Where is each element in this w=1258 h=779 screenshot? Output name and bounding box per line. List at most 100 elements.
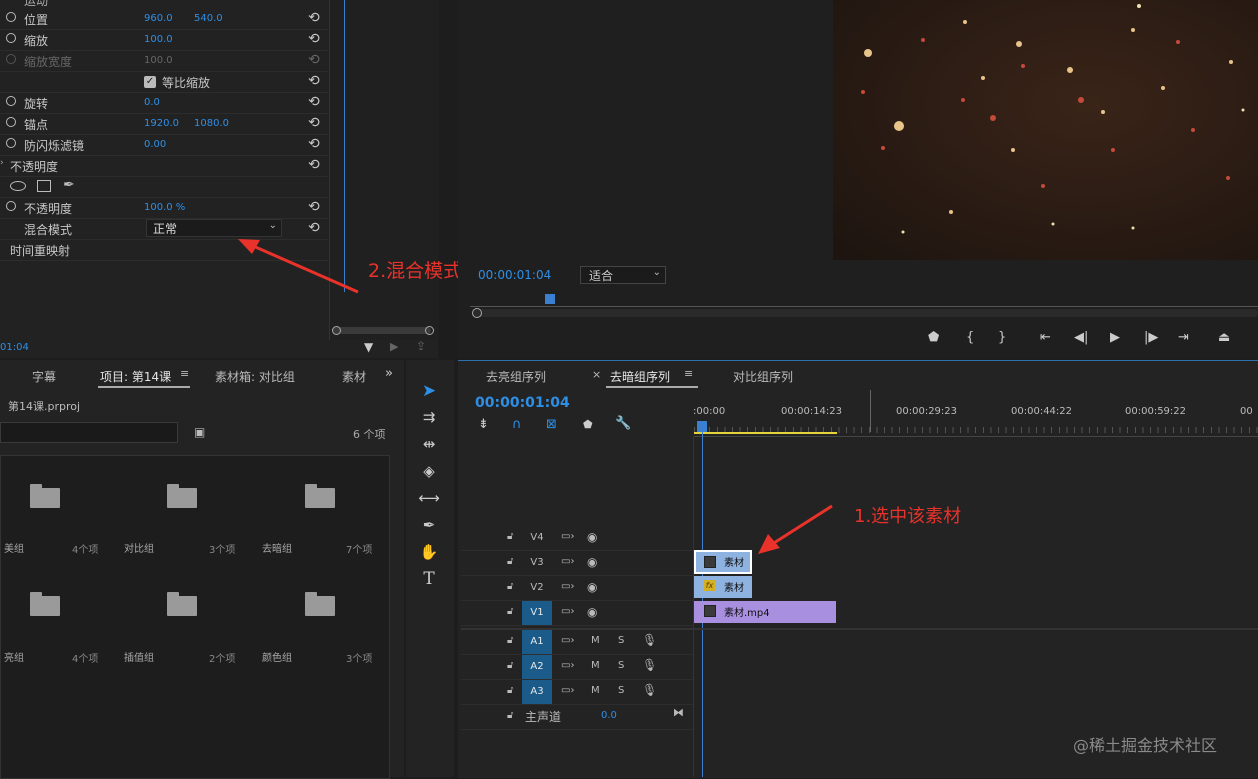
position-row[interactable]: 位置 960.0 540.0 ⟲ bbox=[0, 8, 328, 30]
reset-icon[interactable]: ⟲ bbox=[308, 115, 320, 131]
panel-menu-icon[interactable]: ≡ bbox=[180, 367, 189, 380]
ellipse-mask-icon[interactable] bbox=[10, 181, 26, 191]
stopwatch-icon[interactable] bbox=[6, 12, 16, 22]
sync-camera-icon[interactable]: ▭› bbox=[561, 531, 574, 542]
opacity-value[interactable]: 100.0 % bbox=[144, 202, 185, 213]
tab-bin[interactable]: 素材箱: 对比组 bbox=[215, 368, 295, 385]
hand-tool-icon[interactable]: ✋ bbox=[417, 541, 441, 563]
uniform-scale-row[interactable]: ✓ 等比缩放 ⟲ bbox=[0, 71, 328, 93]
stopwatch-icon[interactable] bbox=[6, 138, 16, 148]
timeline-playhead-head[interactable] bbox=[697, 421, 707, 432]
clip-v2[interactable]: fx 素材 bbox=[694, 576, 752, 598]
stopwatch-icon[interactable] bbox=[6, 201, 16, 211]
export-icon[interactable]: ⇪ bbox=[416, 339, 426, 353]
step-back-icon[interactable]: ◀| bbox=[1074, 330, 1088, 345]
mute-button[interactable]: M bbox=[591, 685, 600, 696]
mute-button[interactable]: M bbox=[591, 635, 600, 646]
microphone-icon[interactable]: 🎙︎ bbox=[642, 683, 657, 697]
sync-camera-icon[interactable]: ▭› bbox=[561, 581, 574, 592]
anchor-x-value[interactable]: 1920.0 bbox=[144, 118, 179, 129]
add-marker-icon[interactable]: ⬟ bbox=[928, 330, 939, 345]
rectangle-mask-icon[interactable] bbox=[37, 180, 51, 192]
stopwatch-icon[interactable] bbox=[6, 33, 16, 43]
sync-camera-icon[interactable]: ▭› bbox=[561, 556, 574, 567]
go-to-in-icon[interactable]: ⇤ bbox=[1040, 330, 1051, 345]
scroll-handle-right[interactable] bbox=[425, 326, 434, 335]
rotation-value[interactable]: 0.0 bbox=[144, 97, 160, 108]
lock-icon[interactable]: 🔓︎ bbox=[507, 710, 513, 721]
anchor-y-value[interactable]: 1080.0 bbox=[194, 118, 229, 129]
opacity-row[interactable]: 不透明度 100.0 % ⟲ bbox=[0, 197, 328, 219]
lock-icon[interactable]: 🔓︎ bbox=[507, 556, 513, 567]
tab-sequence-2[interactable]: 去暗组序列 bbox=[610, 368, 670, 385]
scale-value[interactable]: 100.0 bbox=[144, 34, 173, 45]
lock-icon[interactable]: 🔓︎ bbox=[507, 531, 513, 542]
timeline-timecode[interactable]: 00:00:01:04 bbox=[475, 395, 570, 411]
ripple-edit-tool-icon[interactable]: ⇹ bbox=[417, 433, 441, 455]
reset-icon[interactable]: ⟲ bbox=[308, 10, 320, 26]
type-tool-icon[interactable]: T bbox=[417, 568, 441, 590]
folder-name[interactable]: 去暗组 bbox=[262, 540, 292, 555]
work-area-bar[interactable] bbox=[694, 432, 837, 434]
program-timecode[interactable]: 00:00:01:04 bbox=[478, 268, 551, 282]
track-label[interactable]: V2 bbox=[522, 576, 552, 600]
nest-icon[interactable]: ⇟ bbox=[478, 417, 489, 432]
reset-icon[interactable]: ⟲ bbox=[308, 73, 320, 89]
solo-button[interactable]: S bbox=[618, 660, 624, 671]
program-ruler[interactable] bbox=[470, 296, 1258, 307]
folder-icon[interactable] bbox=[30, 484, 60, 508]
play-icon[interactable]: ▶ bbox=[1110, 330, 1120, 345]
track-label[interactable]: V4 bbox=[522, 526, 552, 550]
new-bin-icon[interactable]: ▣ bbox=[194, 425, 205, 439]
pen-mask-icon[interactable]: ✒ bbox=[63, 177, 75, 193]
reset-icon[interactable]: ⟲ bbox=[308, 157, 320, 173]
microphone-icon[interactable]: 🎙︎ bbox=[642, 658, 657, 672]
track-label[interactable]: A3 bbox=[522, 680, 552, 704]
folder-name[interactable]: 对比组 bbox=[124, 540, 154, 555]
anchor-row[interactable]: 锚点 1920.0 1080.0 ⟲ bbox=[0, 113, 328, 135]
opacity-section-row[interactable]: › 不透明度 ⟲ bbox=[0, 155, 328, 177]
sync-camera-icon[interactable]: ▭› bbox=[561, 660, 574, 671]
solo-button[interactable]: S bbox=[618, 685, 624, 696]
lock-icon[interactable]: 🔓︎ bbox=[507, 685, 513, 696]
program-playhead-marker[interactable] bbox=[545, 294, 555, 304]
reset-icon[interactable]: ⟲ bbox=[308, 199, 320, 215]
lift-icon[interactable]: ⏏ bbox=[1218, 330, 1230, 345]
anti-flicker-value[interactable]: 0.00 bbox=[144, 139, 166, 150]
sync-camera-icon[interactable]: ▭› bbox=[561, 635, 574, 646]
reset-icon[interactable]: ⟲ bbox=[308, 136, 320, 152]
collapse-chevron-icon[interactable]: › bbox=[0, 158, 4, 168]
mark-out-icon[interactable]: } bbox=[998, 330, 1006, 345]
more-tabs-icon[interactable]: » bbox=[385, 366, 393, 381]
go-to-out-icon[interactable]: ⇥ bbox=[1178, 330, 1189, 345]
track-select-tool-icon[interactable]: ⇉ bbox=[417, 406, 441, 428]
clip-v1[interactable]: 素材.mp4 bbox=[694, 601, 836, 623]
program-scroll-handle[interactable] bbox=[472, 308, 482, 318]
selection-tool-icon[interactable]: ➤ bbox=[417, 380, 441, 402]
master-volume-value[interactable]: 0.0 bbox=[601, 710, 617, 721]
linked-selection-icon[interactable]: ⊠ bbox=[546, 417, 557, 432]
folder-icon[interactable] bbox=[305, 592, 335, 616]
panel-menu-icon[interactable]: ≡ bbox=[684, 367, 693, 380]
close-tab-icon[interactable]: × bbox=[592, 368, 601, 381]
anti-flicker-row[interactable]: 防闪烁滤镜 0.00 ⟲ bbox=[0, 134, 328, 156]
stopwatch-icon[interactable] bbox=[6, 96, 16, 106]
sync-camera-icon[interactable]: ▭› bbox=[561, 606, 574, 617]
step-forward-icon[interactable]: |▶ bbox=[1144, 330, 1158, 345]
project-search-input[interactable] bbox=[0, 422, 178, 443]
folder-name[interactable]: 美组 bbox=[4, 540, 24, 555]
track-label[interactable]: V3 bbox=[522, 551, 552, 575]
program-scrollbar[interactable] bbox=[472, 309, 1258, 317]
effect-zoom-scrollbar[interactable] bbox=[333, 327, 431, 334]
go-to-end-icon[interactable]: ⧓ bbox=[673, 706, 684, 719]
eye-icon[interactable]: ◉ bbox=[587, 605, 597, 619]
scroll-handle-left[interactable] bbox=[332, 326, 341, 335]
sync-camera-icon[interactable]: ▭› bbox=[561, 685, 574, 696]
eye-icon[interactable]: ◉ bbox=[587, 580, 597, 594]
folder-icon[interactable] bbox=[167, 484, 197, 508]
folder-name[interactable]: 颜色组 bbox=[262, 649, 292, 664]
microphone-icon[interactable]: 🎙︎ bbox=[642, 633, 657, 647]
position-x-value[interactable]: 960.0 bbox=[144, 13, 173, 24]
lock-icon[interactable]: 🔓︎ bbox=[507, 606, 513, 617]
razor-tool-icon[interactable]: ◈ bbox=[417, 460, 441, 482]
